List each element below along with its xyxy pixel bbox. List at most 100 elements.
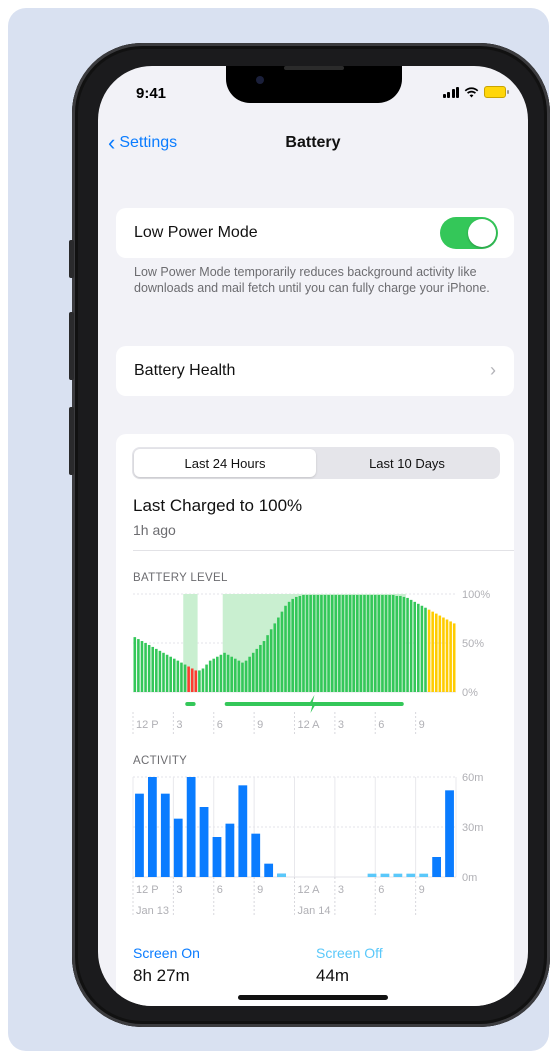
- battery-bar: [356, 594, 359, 692]
- battery-bar: [338, 594, 341, 692]
- x-tick-label: 6: [378, 884, 384, 896]
- x-tick-label: 3: [176, 719, 182, 731]
- battery-bar: [377, 594, 381, 692]
- low-power-description: Low Power Mode temporarily reduces backg…: [134, 265, 490, 295]
- battery-bar: [266, 635, 269, 692]
- silent-switch: [69, 240, 74, 278]
- battery-bar: [424, 607, 427, 692]
- battery-bar: [291, 598, 294, 692]
- x-tick-label: 3: [338, 719, 344, 731]
- battery-bar: [409, 599, 413, 692]
- activity-bar-screen-off: [380, 873, 390, 877]
- charging-bolt-icon: [308, 695, 317, 713]
- activity-bar-screen-on: [238, 785, 248, 877]
- battery-bar: [151, 646, 155, 692]
- battery-bar: [395, 595, 399, 692]
- battery-bar: [223, 652, 226, 692]
- battery-bar: [133, 637, 137, 692]
- battery-bar: [237, 660, 241, 692]
- x-tick-label: 3: [338, 884, 344, 896]
- battery-bar: [373, 594, 377, 692]
- last-charged-ago: 1h ago: [133, 522, 176, 538]
- status-time: 9:41: [136, 85, 167, 102]
- x-tick-label: 6: [217, 719, 223, 731]
- battery-bar: [316, 594, 320, 692]
- battery-bar: [420, 605, 424, 692]
- battery-bar: [302, 594, 305, 692]
- activity-bar-screen-on: [445, 790, 454, 877]
- activity-bar-screen-off: [277, 873, 286, 877]
- battery-bar: [230, 656, 233, 692]
- date-label: Jan 13: [136, 905, 169, 917]
- activity-bar-screen-off: [406, 873, 416, 877]
- battery-bar: [194, 670, 198, 692]
- battery-bar: [388, 594, 391, 692]
- battery-bar: [144, 643, 147, 692]
- screen-on-label: Screen On: [133, 945, 200, 961]
- battery-health-label: Battery Health: [134, 362, 236, 379]
- segment-last-10-days[interactable]: Last 10 Days: [316, 449, 498, 477]
- battery-bar: [198, 670, 201, 692]
- battery-bar: [427, 609, 431, 692]
- activity-bar-screen-on: [199, 807, 209, 877]
- activity-bar-screen-on: [264, 863, 274, 877]
- battery-bar: [384, 594, 388, 692]
- battery-bar: [183, 664, 187, 692]
- activity-bar-screen-on: [225, 823, 235, 877]
- battery-bar: [334, 594, 338, 692]
- x-tick-label: 9: [257, 884, 263, 896]
- x-tick-label: 6: [217, 884, 223, 896]
- battery-bar: [295, 596, 298, 692]
- status-icons: [442, 86, 509, 98]
- y-tick-label: 100%: [462, 589, 490, 601]
- battery-bar: [277, 617, 280, 692]
- x-tick-label: 12 P: [136, 884, 159, 896]
- battery-bar: [287, 601, 291, 692]
- battery-bar: [399, 595, 402, 692]
- battery-bar: [248, 656, 251, 692]
- battery-bar: [438, 615, 442, 692]
- activity-bar-screen-off: [419, 873, 429, 877]
- battery-bar: [255, 648, 259, 692]
- battery-bar: [259, 644, 262, 692]
- battery-bar: [452, 623, 456, 692]
- battery-bar: [176, 660, 180, 692]
- battery-bar: [216, 656, 219, 692]
- battery-bar: [341, 594, 345, 692]
- x-tick-label: 12 A: [298, 719, 321, 731]
- activity-label: ACTIVITY: [133, 755, 188, 767]
- battery-health-row[interactable]: Battery Health ›: [116, 346, 514, 396]
- segment-last-24-hours[interactable]: Last 24 Hours: [134, 449, 316, 477]
- battery-bar: [190, 668, 194, 692]
- battery-bar: [320, 594, 323, 692]
- x-tick-label: 9: [419, 884, 425, 896]
- x-tick-label: 3: [176, 884, 182, 896]
- date-label: Jan 14: [298, 905, 331, 917]
- y-tick-label: 0%: [462, 687, 478, 699]
- battery-bar: [352, 594, 356, 692]
- battery-bar: [442, 617, 445, 692]
- battery-bar: [226, 654, 230, 692]
- battery-level-chart: 100% 50% 0% 12 P 3 6 9 12 A 3 6 9: [132, 589, 490, 734]
- notch: [226, 66, 402, 103]
- battery-bar: [363, 594, 366, 692]
- battery-bar: [413, 601, 417, 692]
- activity-bar-screen-on: [186, 777, 196, 877]
- battery-icon: [484, 86, 509, 98]
- toggle-knob: [468, 219, 496, 247]
- battery-bar: [370, 594, 373, 692]
- low-power-toggle[interactable]: [440, 217, 498, 249]
- y-tick-label: 50%: [462, 638, 484, 650]
- camera-icon: [256, 76, 264, 84]
- battery-bar: [262, 641, 266, 692]
- battery-bar: [180, 662, 183, 692]
- battery-bar: [359, 594, 363, 692]
- activity-bar-screen-on: [147, 777, 157, 877]
- charging-indicator: [185, 702, 196, 706]
- activity-bar-screen-on: [135, 793, 144, 877]
- battery-bar: [366, 594, 370, 692]
- battery-level-label: BATTERY LEVEL: [133, 572, 228, 584]
- battery-bar: [165, 654, 169, 692]
- time-range-segmented-control: Last 24 Hours Last 10 Days: [132, 447, 500, 479]
- home-indicator: [238, 995, 388, 1000]
